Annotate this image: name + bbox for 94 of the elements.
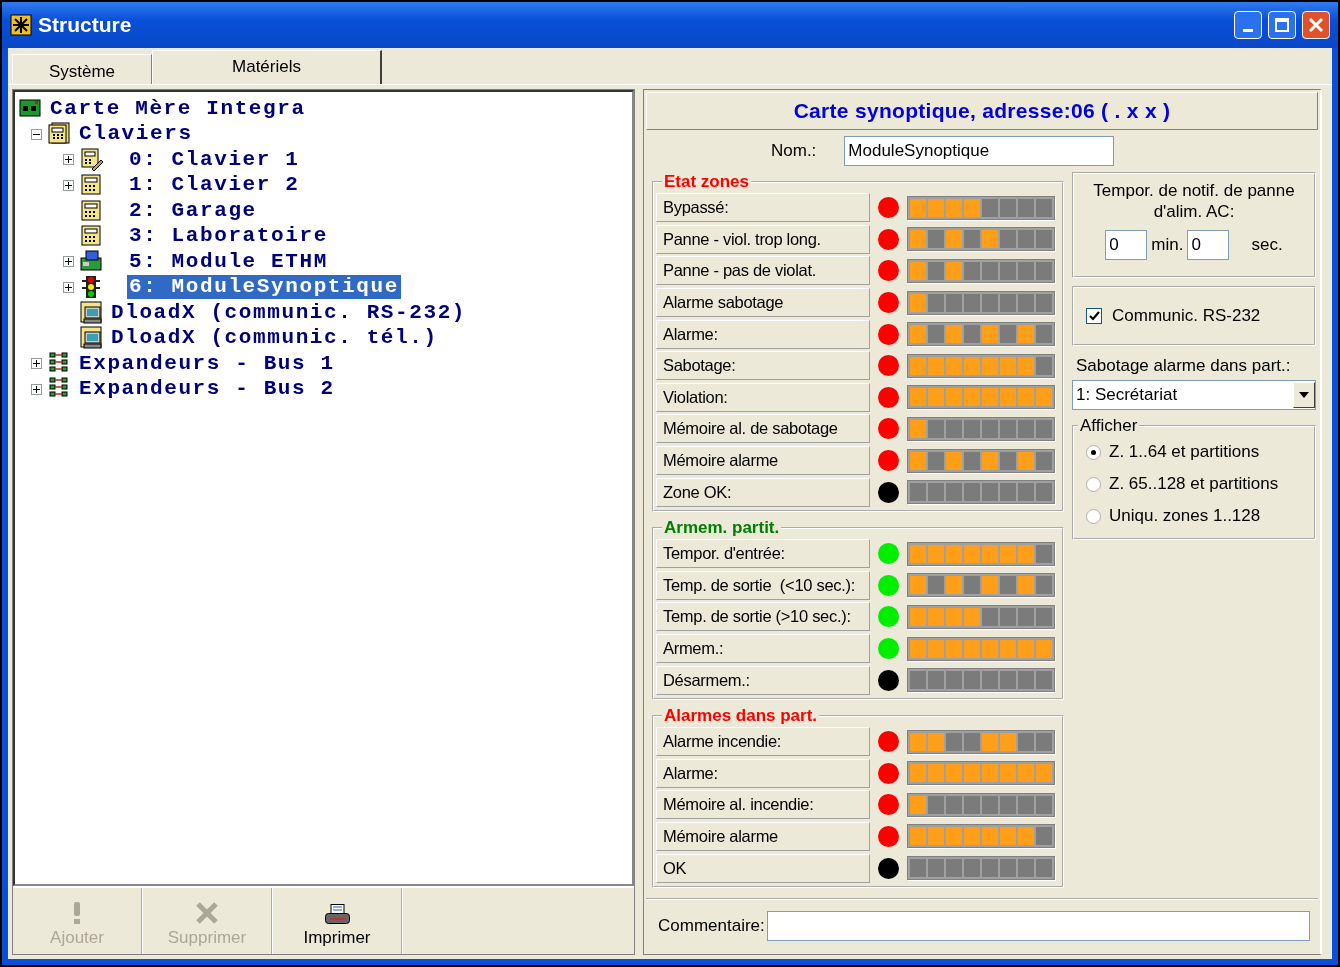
group-title: Alarmes dans part. [663, 705, 819, 726]
panel-title: Carte synoptique, adresse:06 ( . x x ) [646, 92, 1318, 130]
tree-item[interactable]: 3: Laboratoire [127, 224, 330, 249]
exclamation-icon [74, 902, 80, 924]
minutes-field[interactable]: 0 [1105, 230, 1148, 260]
tree-item[interactable]: Claviers [77, 122, 195, 147]
radio-button[interactable] [1086, 476, 1101, 492]
computer-icon [80, 300, 104, 325]
field-label: Commentaire: [658, 916, 765, 936]
expand-toggle[interactable] [63, 154, 74, 166]
tree-item[interactable]: Expandeurs - Bus 2 [77, 377, 337, 402]
plus-icon [33, 385, 40, 393]
expand-toggle[interactable] [63, 256, 74, 268]
status-label: Armem.: [656, 634, 870, 663]
tree-item[interactable]: 6: ModuleSynoptique [127, 275, 401, 300]
radio-label: Z. 1..64 et partitions [1109, 442, 1260, 462]
dropdown-button[interactable] [1293, 382, 1315, 408]
tree-item[interactable]: 0: Clavier 1 [127, 147, 302, 172]
dropdown-value: 1: Secrétariat [1076, 385, 1179, 405]
unit-label: min. [1151, 235, 1184, 255]
setting-label: Tempor. de notif. de panne d'alim. AC: [1092, 180, 1296, 222]
keypad-pencil-icon [80, 147, 104, 172]
status-label: Mémoire alarme [656, 446, 870, 476]
minimize-button[interactable] [1234, 11, 1262, 39]
plus-icon [65, 283, 72, 291]
check-icon [1088, 310, 1100, 322]
plus-icon [33, 360, 40, 368]
radio-button[interactable] [1086, 508, 1101, 524]
maximize-icon [1273, 16, 1291, 34]
tree-item[interactable]: DloadX (communic. tél.) [109, 326, 440, 351]
status-label: OK [656, 853, 870, 883]
status-label: Alarme: [656, 758, 870, 788]
group-title: Etat zones [663, 172, 751, 192]
status-label: Sabotage: [656, 351, 870, 381]
keypad-icon [48, 122, 72, 147]
tree-item[interactable]: 5: Module ETHM [127, 249, 330, 274]
plus-icon [65, 181, 72, 189]
plus-icon [65, 258, 72, 266]
radio-label: Z. 65..128 et partitions [1109, 474, 1279, 494]
caret-icon [1299, 392, 1309, 398]
collapse-toggle[interactable] [31, 128, 42, 140]
radio-button[interactable] [1086, 444, 1101, 460]
tree-item[interactable]: 2: Garage [127, 198, 259, 223]
status-label: Violation: [656, 382, 870, 412]
expand-toggle[interactable] [63, 179, 74, 191]
checkbox[interactable] [1086, 308, 1102, 324]
plus-icon [65, 156, 72, 164]
tree-item[interactable]: DloadX (communic. RS-232) [109, 300, 469, 325]
keypad-icon [80, 224, 104, 249]
status-label: Zone OK: [656, 477, 870, 507]
app-icon [10, 14, 32, 36]
status-label: Mémoire al. de sabotage [656, 414, 870, 444]
cross-icon [196, 902, 218, 924]
status-label: Alarme: [656, 319, 870, 349]
close-button[interactable] [1302, 11, 1330, 39]
field-label: Nom.: [771, 141, 817, 161]
radio-label: Uniqu. zones 1..128 [1109, 506, 1261, 526]
name-field[interactable]: ModuleSynoptique [844, 136, 1115, 166]
status-label: Mémoire alarme [656, 822, 870, 851]
keypad-icon [80, 198, 104, 223]
window-title: Structure [38, 13, 133, 37]
group-title: Afficher [1079, 416, 1139, 436]
status-label: Tempor. d'entrée: [656, 539, 870, 569]
status-label: Temp. de sortie (>10 sec.): [656, 602, 870, 632]
tree-item[interactable]: 1: Clavier 2 [127, 173, 302, 198]
expand-toggle[interactable] [63, 281, 74, 293]
status-label: Temp. de sortie (<10 sec.): [656, 570, 870, 600]
network-module-icon [80, 249, 104, 274]
partition-dropdown[interactable]: 1: Secrétariat [1072, 380, 1316, 410]
expand-toggle[interactable] [31, 358, 42, 370]
status-label: Alarme incendie: [656, 727, 870, 757]
expand-toggle[interactable] [31, 383, 42, 395]
field-label: Sabotage alarme dans part.: [1076, 356, 1292, 376]
status-label: Panne - pas de violat. [656, 256, 870, 286]
status-label: Bypassé: [656, 193, 870, 223]
tree-item[interactable]: Expandeurs - Bus 1 [77, 351, 337, 376]
status-label: Désarmem.: [656, 665, 870, 695]
minimize-icon [1243, 29, 1253, 32]
status-label: Alarme sabotage [656, 288, 870, 318]
tab[interactable]: Matériels [152, 50, 382, 84]
tab[interactable]: Système [12, 54, 152, 84]
status-label: Panne - viol. trop long. [656, 224, 870, 254]
close-icon [1307, 16, 1325, 34]
keypad-icon [80, 173, 104, 198]
computer-icon [80, 326, 104, 351]
seconds-field[interactable]: 0 [1187, 230, 1230, 260]
tree-item[interactable]: Carte Mère Integra [48, 96, 308, 121]
group-title: Armem. partit. [663, 517, 781, 538]
comment-field[interactable] [766, 911, 1310, 941]
checkbox-label: Communic. RS-232 [1112, 306, 1261, 326]
unit-label: sec. [1251, 235, 1283, 255]
printer-icon [324, 904, 350, 924]
maximize-button[interactable] [1268, 11, 1296, 39]
status-label: Mémoire al. incendie: [656, 790, 870, 820]
